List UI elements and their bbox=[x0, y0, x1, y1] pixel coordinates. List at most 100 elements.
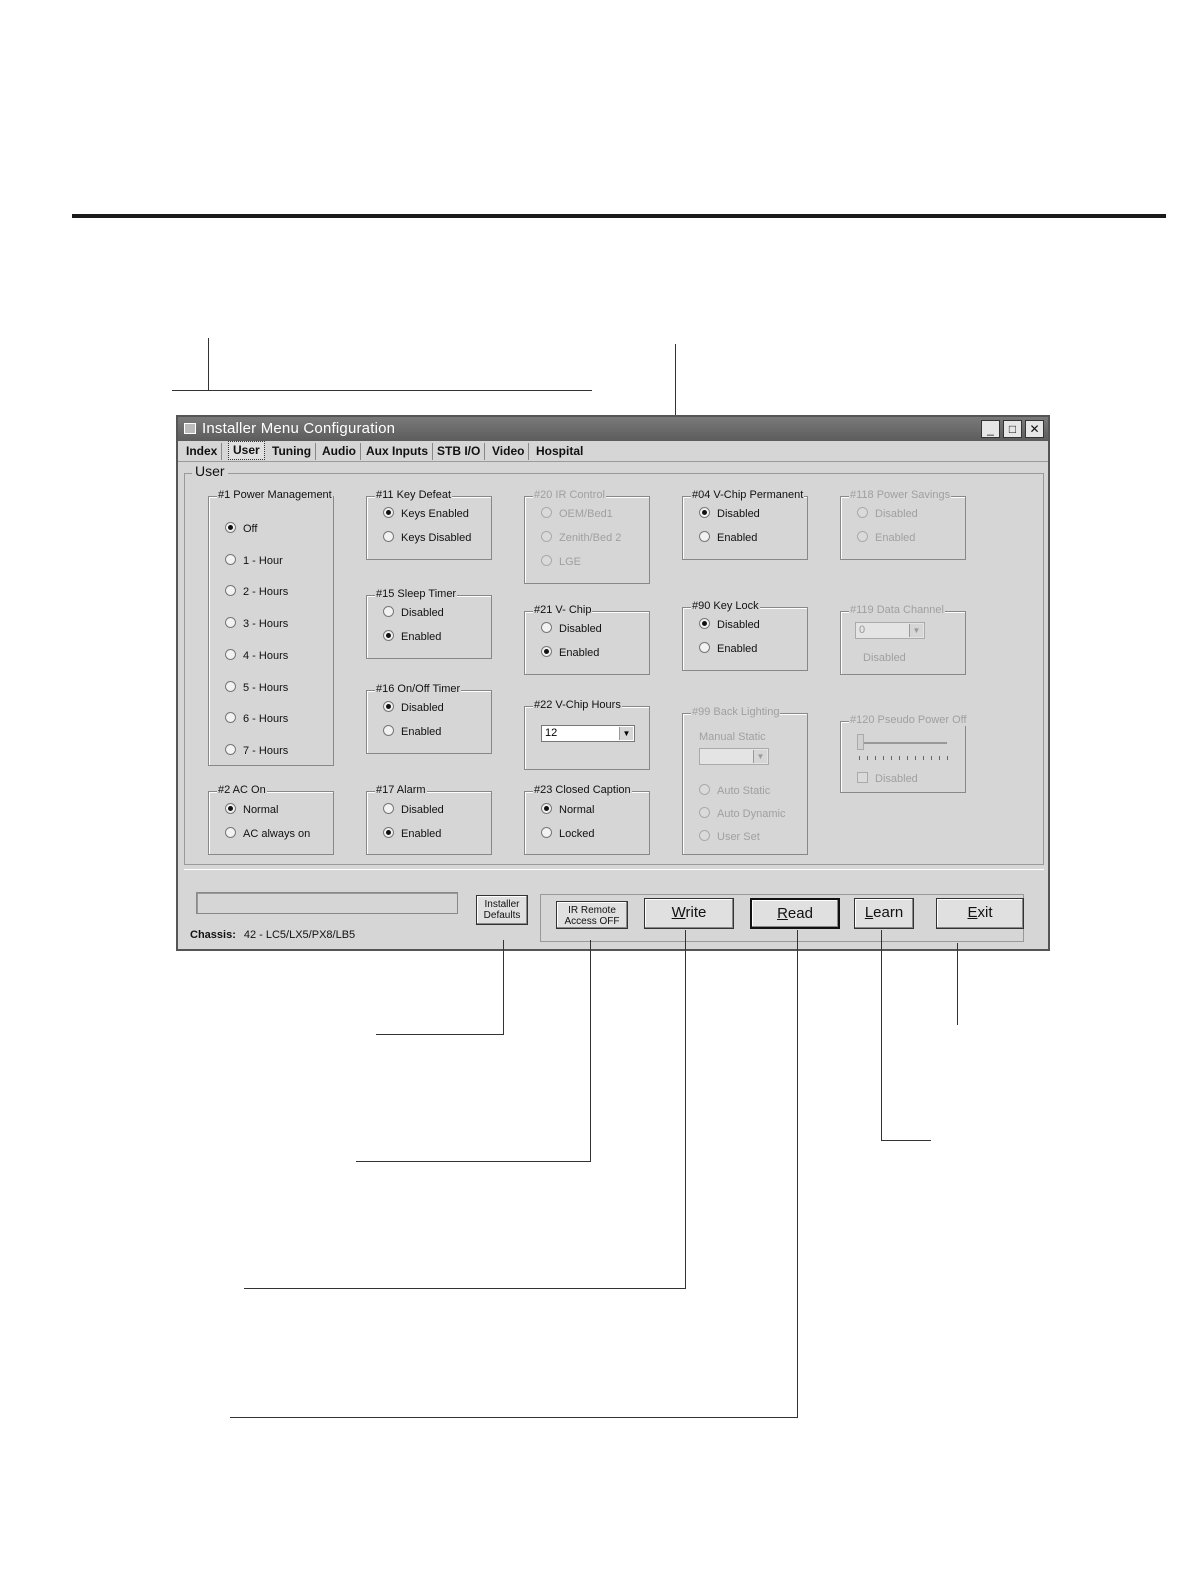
callout-line bbox=[881, 1140, 931, 1141]
callout-line bbox=[376, 1034, 504, 1035]
option-label: Auto Static bbox=[717, 785, 771, 797]
title-bar: Installer Menu Configuration _ □ ✕ bbox=[178, 417, 1048, 441]
vchip-permanent-group: #04 V-Chip Permanent Disabled Enabled bbox=[682, 489, 808, 560]
maximize-button[interactable]: □ bbox=[1003, 420, 1022, 438]
slider-tick bbox=[907, 756, 908, 760]
read-button[interactable]: Read bbox=[750, 898, 840, 929]
tab-user[interactable]: User bbox=[228, 441, 265, 460]
radio-option[interactable]: Enabled bbox=[699, 642, 757, 656]
radio-option[interactable]: Enabled bbox=[383, 827, 441, 841]
radio-option[interactable]: Disabled bbox=[383, 803, 444, 817]
callout-line bbox=[797, 930, 798, 1418]
radio-icon bbox=[225, 712, 236, 723]
option-label: 1 - Hour bbox=[243, 555, 283, 567]
radio-option[interactable]: 5 - Hours bbox=[225, 681, 288, 695]
exit-button[interactable]: Exit bbox=[936, 898, 1024, 929]
radio-option[interactable]: 2 - Hours bbox=[225, 585, 288, 599]
radio-option[interactable]: Disabled bbox=[383, 701, 444, 715]
radio-option[interactable]: Off bbox=[225, 522, 257, 536]
radio-icon bbox=[857, 531, 868, 542]
radio-option[interactable]: Enabled bbox=[383, 725, 441, 739]
tab-aux-inputs[interactable]: Aux Inputs bbox=[362, 443, 433, 460]
slider-tick bbox=[891, 756, 892, 760]
button-label: Installer bbox=[484, 899, 520, 910]
option-label: User Set bbox=[717, 831, 760, 843]
radio-icon bbox=[541, 507, 552, 518]
group-label: #04 V-Chip Permanent bbox=[691, 489, 805, 501]
slider-tick bbox=[923, 756, 924, 760]
group-label: #119 Data Channel bbox=[849, 604, 945, 616]
option-label: Disabled bbox=[401, 702, 444, 714]
learn-button[interactable]: Learn bbox=[854, 898, 914, 929]
option-label: Disabled bbox=[717, 619, 760, 631]
radio-option[interactable]: 6 - Hours bbox=[225, 712, 288, 726]
tab-video[interactable]: Video bbox=[488, 443, 530, 460]
slider-thumb bbox=[857, 734, 864, 750]
radio-option[interactable]: Keys Disabled bbox=[383, 531, 471, 545]
header-rule bbox=[72, 214, 1166, 218]
radio-option: Auto Dynamic bbox=[699, 807, 785, 821]
app-icon bbox=[184, 423, 196, 434]
radio-option[interactable]: Disabled bbox=[699, 618, 760, 632]
tab-hospital[interactable]: Hospital bbox=[532, 443, 587, 460]
pseudo-power-off-group: #120 Pseudo Power Off Disabled bbox=[840, 714, 968, 793]
radio-option[interactable]: Normal bbox=[225, 803, 278, 817]
write-button[interactable]: Write bbox=[644, 898, 734, 929]
radio-option[interactable]: Disabled bbox=[541, 622, 602, 636]
closed-caption-group: #23 Closed Caption Normal Locked bbox=[524, 784, 650, 855]
radio-option[interactable]: 7 - Hours bbox=[225, 744, 288, 758]
radio-option[interactable]: Locked bbox=[541, 827, 594, 841]
group-label: #120 Pseudo Power Off bbox=[849, 714, 968, 726]
minimize-button[interactable]: _ bbox=[981, 420, 1000, 438]
tab-stb-io[interactable]: STB I/O bbox=[433, 443, 486, 460]
radio-option[interactable]: 1 - Hour bbox=[225, 554, 283, 568]
pseudo-power-checkbox: Disabled bbox=[857, 772, 918, 786]
window-title: Installer Menu Configuration bbox=[202, 420, 396, 437]
radio-icon bbox=[225, 617, 236, 628]
select-value: 0 bbox=[859, 624, 866, 636]
manual-static-select: ▼ bbox=[699, 748, 769, 765]
ir-remote-access-button[interactable]: IR Remote Access OFF bbox=[556, 901, 628, 929]
radio-option[interactable]: Disabled bbox=[383, 606, 444, 620]
radio-option: OEM/Bed1 bbox=[541, 507, 613, 521]
option-label: Enabled bbox=[401, 726, 442, 738]
radio-option[interactable]: Enabled bbox=[383, 630, 441, 644]
option-label: Keys Disabled bbox=[401, 532, 472, 544]
vchip-hours-select[interactable]: 12 ▼ bbox=[541, 725, 635, 742]
radio-option[interactable]: 4 - Hours bbox=[225, 649, 288, 663]
group-label: #20 IR Control bbox=[533, 489, 606, 501]
tab-index[interactable]: Index bbox=[182, 443, 223, 460]
tab-audio[interactable]: Audio bbox=[318, 443, 361, 460]
radio-option[interactable]: Disabled bbox=[699, 507, 760, 521]
callout-line bbox=[172, 390, 592, 391]
callout-line bbox=[685, 930, 686, 1289]
radio-option[interactable]: Normal bbox=[541, 803, 594, 817]
tab-tuning[interactable]: Tuning bbox=[268, 443, 317, 460]
option-label: OEM/Bed1 bbox=[559, 508, 613, 520]
close-button[interactable]: ✕ bbox=[1025, 420, 1044, 438]
radio-icon bbox=[383, 531, 394, 542]
radio-icon bbox=[225, 554, 236, 565]
radio-icon bbox=[541, 646, 552, 657]
radio-option[interactable]: Enabled bbox=[699, 531, 757, 545]
button-label: Learn bbox=[864, 904, 904, 921]
radio-icon bbox=[383, 630, 394, 641]
radio-option[interactable]: Enabled bbox=[541, 646, 599, 660]
chevron-down-icon[interactable]: ▼ bbox=[619, 727, 633, 740]
radio-option[interactable]: 3 - Hours bbox=[225, 617, 288, 631]
radio-icon bbox=[699, 784, 710, 795]
option-label: AC always on bbox=[243, 828, 311, 840]
radio-icon bbox=[383, 827, 394, 838]
slider-tick bbox=[875, 756, 876, 760]
radio-icon bbox=[541, 531, 552, 542]
installer-defaults-button[interactable]: Installer Defaults bbox=[476, 895, 528, 925]
select-value: 12 bbox=[545, 727, 558, 739]
radio-icon bbox=[699, 830, 710, 841]
radio-option[interactable]: Keys Enabled bbox=[383, 507, 469, 521]
option-label: Locked bbox=[559, 828, 595, 840]
status-textbox bbox=[196, 892, 458, 914]
group-label: #21 V- Chip bbox=[533, 604, 593, 616]
slider-tick bbox=[867, 756, 868, 760]
radio-option[interactable]: AC always on bbox=[225, 827, 310, 841]
data-channel-status: Disabled bbox=[863, 652, 906, 664]
